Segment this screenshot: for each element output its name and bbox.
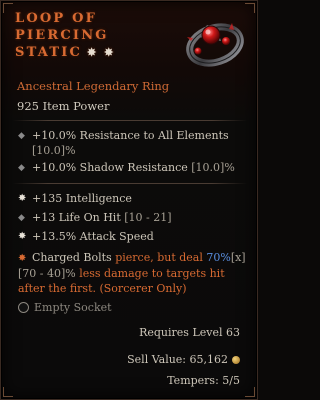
affix-stat: ✸ +135 Intelligence [18, 192, 132, 205]
greater-affix-star-icon: ✸ [18, 193, 27, 204]
greater-affix-star-icon: ✸ ✸ [87, 46, 116, 59]
legendary-aspect: ✸ Charged Bolts pierce, but deal 70%[x] [… [18, 251, 246, 295]
implicit-stat: ◆ +10.0% Shadow Resistance [10.0]% [18, 161, 235, 174]
socket-icon [18, 302, 29, 313]
divider [13, 183, 247, 184]
item-type: Ancestral Legendary Ring [17, 79, 170, 93]
diamond-bullet-icon: ◆ [18, 163, 25, 173]
greater-affix-star-icon: ✸ [18, 231, 27, 242]
divider [13, 120, 247, 121]
level-requirement: Requires Level 63 [139, 326, 240, 339]
tempers-count: Tempers: 5/5 [167, 374, 240, 387]
sell-value: Sell Value: 65,162 [127, 353, 240, 366]
affix-stat: ✸ +13.5% Attack Speed [18, 230, 154, 243]
gold-coin-icon [232, 355, 240, 364]
item-name-line3: Static [15, 45, 83, 60]
frame-corner [3, 3, 13, 13]
aspect-star-icon: ✸ [18, 253, 27, 264]
item-power: 925 Item Power [17, 99, 110, 113]
ring-icon [186, 23, 244, 67]
implicit-stat-range: [10.0]% [32, 144, 76, 157]
item-name: Loop of Piercing Static ✸ ✸ [15, 11, 116, 60]
diamond-bullet-icon: ◆ [18, 131, 25, 141]
implicit-stat: ◆ +10.0% Resistance to All Elements [18, 129, 229, 142]
diamond-bullet-icon: ◆ [18, 213, 25, 223]
affix-stat: ◆ +13 Life On Hit [10 - 21] [18, 211, 172, 224]
frame-corner [245, 387, 255, 397]
empty-socket: Empty Socket [18, 301, 112, 314]
item-tooltip: Loop of Piercing Static ✸ ✸ Ancestral Leg… [0, 0, 258, 400]
frame-corner [3, 387, 13, 397]
